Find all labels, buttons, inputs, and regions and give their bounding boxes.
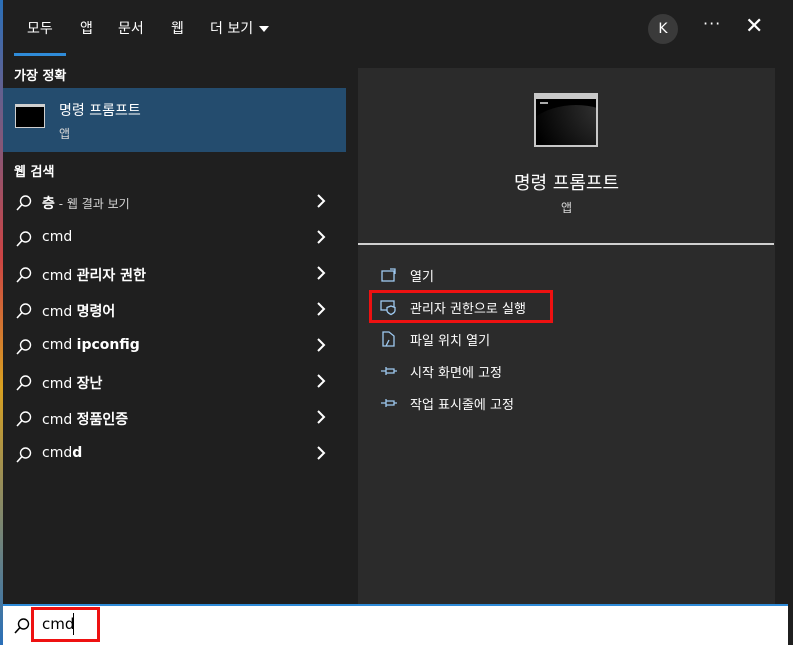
chevron-right-icon[interactable]	[315, 300, 327, 318]
chevron-right-icon[interactable]	[315, 228, 327, 246]
action-pin-to-taskbar[interactable]: 작업 표시줄에 고정	[380, 391, 760, 415]
chevron-right-icon[interactable]	[315, 372, 327, 390]
tab-more-label: 더 보기	[210, 21, 254, 37]
web-search-item-label: cmd 정품인증	[42, 409, 128, 429]
action-pin-to-taskbar-label: 작업 표시줄에 고정	[410, 398, 514, 413]
preview-title: 명령 프롬프트	[513, 173, 620, 194]
web-search-item[interactable]: cmd 명령어	[3, 292, 346, 328]
query-suggestion: ipconfig	[76, 337, 140, 353]
query-prefix: cmd	[42, 376, 77, 392]
search-icon	[16, 195, 32, 211]
action-open-file-location-label: 파일 위치 열기	[410, 334, 491, 349]
search-icon	[16, 231, 32, 247]
web-search-item[interactable]: cmd 장난	[3, 364, 346, 400]
query-suggestion: 관리자 권한	[76, 268, 146, 284]
best-match-item[interactable]: 명령 프롬프트 앱	[3, 88, 346, 152]
preview-subtitle: 앱	[560, 201, 573, 215]
web-search-item-label: cmdd	[42, 445, 82, 461]
filter-tabs-bar: 모두 앱 문서 웹 더 보기 K ··· ✕	[3, 0, 793, 56]
query-suggestion: 층	[42, 196, 55, 212]
query-prefix: cmd	[42, 412, 77, 428]
action-open-label: 열기	[410, 270, 434, 285]
caret-down-icon	[259, 26, 270, 32]
web-search-item[interactable]: cmd 정품인증	[3, 400, 346, 436]
web-search-item[interactable]: cmdd	[3, 436, 346, 472]
search-icon	[16, 303, 32, 319]
web-search-item[interactable]: cmd ipconfig	[3, 328, 346, 364]
query-prefix: cmd	[42, 304, 77, 320]
best-match-title: 명령 프롬프트	[59, 103, 141, 119]
query-prefix: cmd	[42, 337, 77, 353]
web-search-item-label: cmd 장난	[42, 373, 102, 393]
search-icon	[16, 267, 32, 283]
highlight-run-as-admin	[369, 290, 553, 323]
avatar[interactable]: K	[648, 14, 678, 44]
search-icon	[16, 447, 32, 463]
search-icon	[16, 339, 32, 355]
tab-apps[interactable]: 앱	[80, 18, 93, 56]
chevron-right-icon[interactable]	[315, 192, 327, 210]
query-suggestion: d	[72, 445, 83, 461]
action-pin-to-start[interactable]: 시작 화면에 고정	[380, 359, 760, 383]
command-prompt-icon	[15, 104, 45, 128]
web-search-item-label: cmd 명령어	[42, 301, 115, 321]
action-pin-to-start-label: 시작 화면에 고정	[410, 366, 502, 381]
tab-documents[interactable]: 문서	[118, 18, 144, 56]
chevron-right-icon[interactable]	[315, 336, 327, 354]
search-icon	[16, 375, 32, 391]
chevron-right-icon[interactable]	[315, 408, 327, 426]
web-search-item-label: 층 - 웹 결과 보기	[42, 193, 130, 213]
pin-icon	[381, 399, 397, 407]
search-icon	[14, 618, 30, 634]
web-search-item[interactable]: cmd	[3, 220, 346, 256]
file-location-icon	[382, 331, 395, 347]
query-suggestion: 명령어	[76, 304, 116, 320]
open-icon	[381, 268, 396, 282]
results-panel: 가장 정확 명령 프롬프트 앱 웹 검색 층 - 웹 결과 보기 cmd cmd 관…	[3, 56, 346, 604]
web-search-item[interactable]: 층 - 웹 결과 보기	[3, 184, 346, 220]
pin-icon	[381, 367, 397, 375]
query-prefix: cmd	[42, 229, 73, 245]
web-search-heading: 웹 검색	[14, 165, 55, 180]
web-search-item-label: cmd ipconfig	[42, 337, 140, 353]
search-icon	[16, 411, 32, 427]
more-options-icon[interactable]: ···	[703, 14, 721, 33]
search-box[interactable]: cmd	[3, 604, 788, 645]
best-match-heading: 가장 정확	[14, 69, 67, 84]
action-open[interactable]: 열기	[380, 263, 760, 287]
query-prefix: cmd	[42, 268, 77, 284]
chevron-right-icon[interactable]	[315, 264, 327, 282]
query-suggestion: 정품인증	[76, 412, 129, 428]
query-prefix: cmd	[42, 445, 73, 461]
command-prompt-large-icon	[534, 93, 598, 147]
preview-panel: 명령 프롬프트 앱 열기 관리자 권한으로 실행 파일 위치 열기 시작 화면에…	[358, 68, 775, 604]
query-suggestion: 장난	[76, 376, 103, 392]
query-suffix: - 웹 결과 보기	[54, 197, 130, 211]
web-search-item[interactable]: cmd 관리자 권한	[3, 256, 346, 292]
start-search-window: 모두 앱 문서 웹 더 보기 K ··· ✕ 가장 정확 명령 프롬프트 앱 웹…	[0, 0, 793, 645]
close-icon[interactable]: ✕	[745, 12, 763, 42]
web-search-item-label: cmd	[42, 229, 72, 245]
best-match-subtitle: 앱	[59, 127, 71, 141]
chevron-right-icon[interactable]	[315, 444, 327, 462]
divider	[358, 243, 774, 245]
web-search-item-label: cmd 관리자 권한	[42, 265, 146, 285]
action-open-file-location[interactable]: 파일 위치 열기	[380, 327, 760, 351]
tab-more[interactable]: 더 보기	[210, 18, 270, 56]
highlight-search-text	[31, 607, 100, 642]
tab-web[interactable]: 웹	[171, 18, 184, 56]
tab-all[interactable]: 모두	[14, 18, 66, 56]
